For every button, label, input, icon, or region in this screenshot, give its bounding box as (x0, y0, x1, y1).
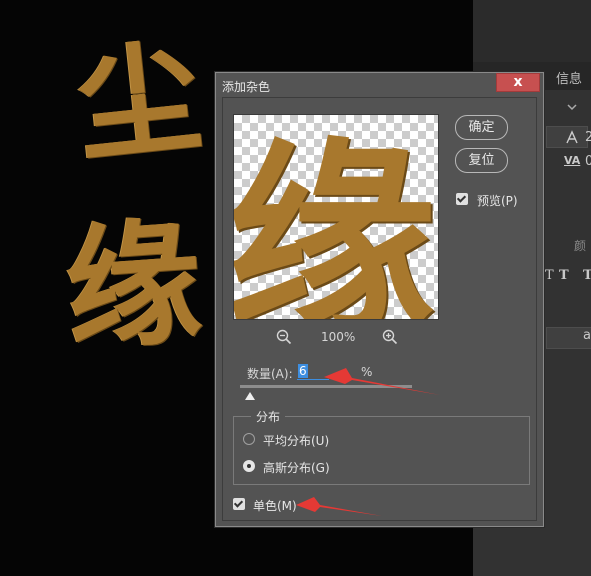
annotation-arrows (296, 368, 440, 516)
amount-annotation-arrow (324, 368, 440, 395)
mono-annotation-arrow (296, 497, 382, 516)
